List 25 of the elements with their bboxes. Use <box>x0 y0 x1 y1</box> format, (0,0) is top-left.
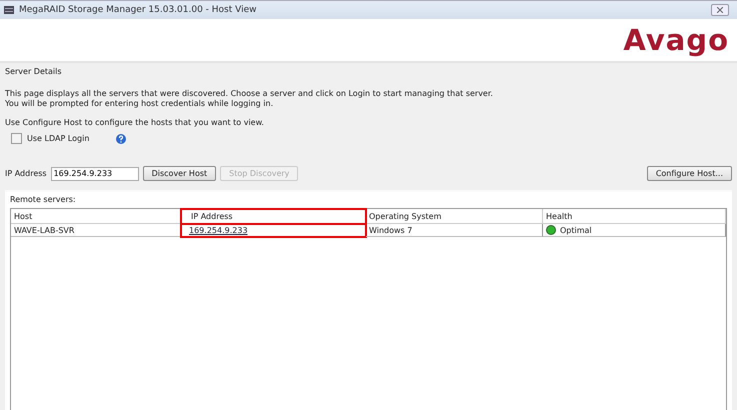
discover-host-button[interactable]: Discover Host <box>142 166 216 181</box>
column-header[interactable]: Health <box>543 209 726 224</box>
logo: Avago <box>623 23 729 57</box>
close-button[interactable] <box>711 4 729 16</box>
instruction-text: Use Configure Host to configure the hosts that you want to view. <box>5 118 265 128</box>
table-cell: Windows 7 <box>366 224 543 237</box>
ip-link[interactable]: 169.254.9.233 <box>184 226 248 234</box>
description-text: This page displays all the servers that were discovered. Choose a server and click on Login to start managing that server. <box>5 89 494 99</box>
help-icon[interactable] <box>116 134 126 144</box>
configure-host-button[interactable]: Configure Host... <box>646 166 732 181</box>
column-header[interactable]: Host <box>11 209 181 224</box>
checkbox-label: Use LDAP Login <box>27 134 90 143</box>
column-header[interactable]: IP Address <box>181 209 366 224</box>
health-text: Optimal <box>560 226 592 234</box>
section-title: Server Details <box>5 67 63 76</box>
ip-address-field[interactable]: 169.254.9.233 <box>50 166 139 180</box>
close-icon <box>717 7 723 13</box>
ip-address-label: IP Address <box>5 169 47 178</box>
table-cell: WAVE-LAB-SVR <box>11 224 181 237</box>
ldap-checkbox[interactable] <box>11 133 22 144</box>
app-icon <box>4 5 14 15</box>
column-header[interactable]: Operating System <box>366 209 543 224</box>
panel-title: Remote servers: <box>10 195 77 204</box>
description-text: You will be prompted for entering host credentials while logging in. <box>5 99 274 109</box>
window-title: MegaRAID Storage Manager 15.03.01.00 - Host View <box>19 5 258 15</box>
